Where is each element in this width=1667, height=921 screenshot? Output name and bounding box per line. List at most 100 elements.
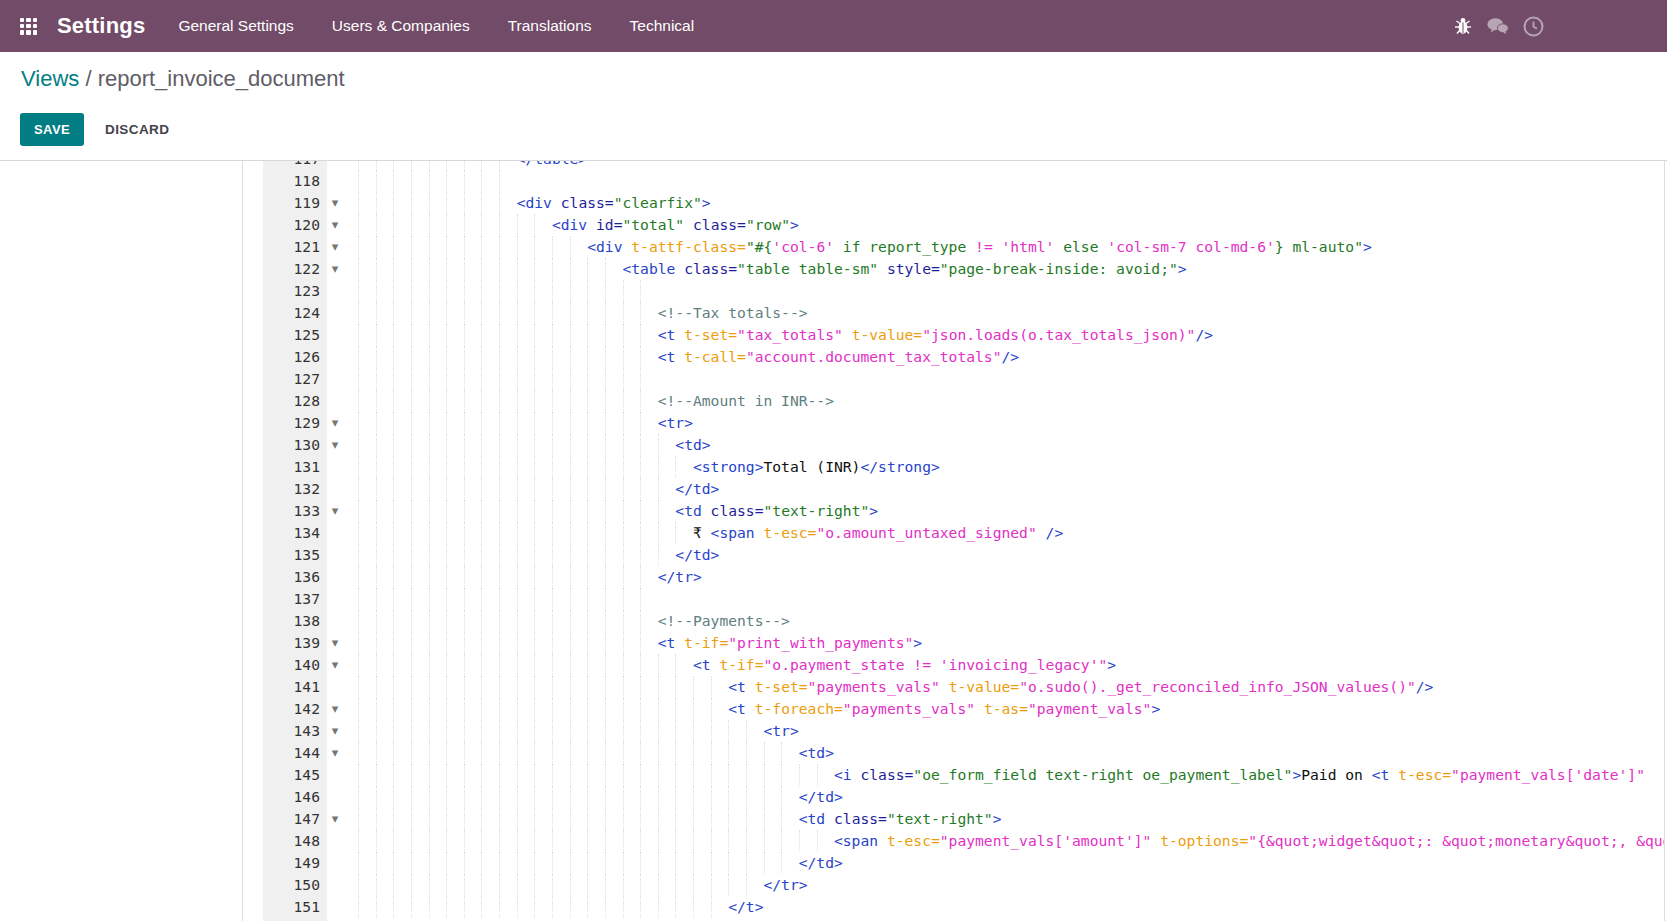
code-line-text: <div id="total" class="row"> — [358, 214, 799, 236]
apps-grid-dot — [26, 24, 30, 28]
code-line-text: <!--Payments--> — [358, 610, 790, 632]
code-line-text: <tr> — [358, 720, 799, 742]
fold-toggle-icon[interactable]: ▾ — [327, 742, 343, 763]
fold-toggle-icon[interactable]: ▾ — [327, 192, 343, 213]
code-line[interactable]: 132 </td> — [0, 478, 1664, 500]
code-line[interactable]: 128 <!--Amount in INR--> — [0, 390, 1664, 412]
code-line-text: <table class="table table-sm" style="pag… — [358, 258, 1187, 280]
app-title[interactable]: Settings — [57, 13, 145, 39]
code-line-text: <t t-if="print_with_payments"> — [358, 632, 922, 654]
code-line[interactable]: 140 ▾ <t t-if="o.payment_state != 'invoic… — [0, 654, 1664, 676]
line-number: 129 — [263, 412, 320, 434]
code-line[interactable]: 131 <strong>Total (INR)</strong> — [0, 456, 1664, 478]
apps-grid-dot — [20, 24, 24, 28]
code-line[interactable]: 120▾ <div id="total" class="row"> — [0, 214, 1664, 236]
code-line[interactable]: 135 </td> — [0, 544, 1664, 566]
code-line[interactable]: 122▾ <table class="table table-sm" style… — [0, 258, 1664, 280]
activities-clock-icon[interactable] — [1522, 14, 1544, 38]
code-line[interactable]: 146 </td> — [0, 786, 1664, 808]
top-menu-item-technical[interactable]: Technical — [611, 0, 714, 52]
line-number: 125 — [263, 324, 320, 346]
code-line-text: <t t-call="account.document_tax_totals"/… — [358, 346, 1019, 368]
code-editor[interactable]: 117 </table>118 119▾ <div class="clearfi… — [0, 160, 1664, 918]
code-line[interactable]: 129 ▾ <tr> — [0, 412, 1664, 434]
code-line-text: <t t-foreach="payments_vals" t-as="payme… — [358, 698, 1160, 720]
code-line[interactable]: 151 </t> — [0, 896, 1664, 918]
fold-toggle-icon[interactable]: ▾ — [327, 214, 343, 235]
code-line[interactable]: 118 — [0, 170, 1664, 192]
top-menu: General SettingsUsers & CompaniesTransla… — [159, 0, 713, 52]
messages-icon[interactable] — [1487, 14, 1509, 38]
debug-bug-icon[interactable] — [1452, 14, 1474, 38]
breadcrumb: Views / report_invoice_document — [21, 66, 345, 92]
line-number: 126 — [263, 346, 320, 368]
apps-grid-dot — [20, 30, 24, 34]
code-line[interactable]: 133▾ <td class="text-right"> — [0, 500, 1664, 522]
code-line[interactable]: 127 — [0, 368, 1664, 390]
code-line-text — [358, 170, 517, 192]
fold-toggle-icon[interactable]: ▾ — [327, 720, 343, 741]
fold-toggle-icon[interactable]: ▾ — [327, 808, 343, 829]
code-line-text: <strong>Total (INR)</strong> — [358, 456, 940, 478]
line-number: 144 — [263, 742, 320, 764]
code-line[interactable]: 117 </table> — [0, 160, 1664, 170]
code-line-text: </td> — [358, 852, 843, 874]
code-line-text: </tr> — [358, 566, 702, 588]
save-button[interactable]: SAVE — [20, 113, 84, 146]
fold-toggle-icon[interactable]: ▾ — [327, 632, 343, 653]
line-number: 121 — [263, 236, 320, 258]
discard-button[interactable]: DISCARD — [92, 113, 182, 146]
line-number: 138 — [263, 610, 320, 632]
code-line[interactable]: 150 </tr> — [0, 874, 1664, 896]
fold-toggle-icon[interactable]: ▾ — [327, 500, 343, 521]
code-line[interactable]: 137 — [0, 588, 1664, 610]
code-line[interactable]: 123 — [0, 280, 1664, 302]
apps-grid-dot — [33, 30, 37, 34]
code-line[interactable]: 149 </td> — [0, 852, 1664, 874]
code-line[interactable]: 119▾ <div class="clearfix"> — [0, 192, 1664, 214]
breadcrumb-views-link[interactable]: Views — [21, 66, 79, 91]
fold-toggle-icon[interactable]: ▾ — [327, 258, 343, 279]
code-line-text: <tr> — [358, 412, 693, 434]
sheet-right-border — [1664, 161, 1665, 921]
code-line[interactable]: 143▾ <tr> — [0, 720, 1664, 742]
line-number: 140 — [263, 654, 320, 676]
line-number: 132 — [263, 478, 320, 500]
code-line[interactable]: 141 <t t-set="payments_vals" t-value="o.… — [0, 676, 1664, 698]
line-number: 123 — [263, 280, 320, 302]
fold-toggle-icon[interactable]: ▾ — [327, 434, 343, 455]
line-number: 128 — [263, 390, 320, 412]
apps-grid-icon[interactable] — [20, 18, 37, 35]
line-number: 147 — [263, 808, 320, 830]
code-line[interactable]: 136 </tr> — [0, 566, 1664, 588]
code-line-text: <t t-if="o.payment_state != 'invoicing_l… — [358, 654, 1116, 676]
fold-toggle-icon[interactable]: ▾ — [327, 698, 343, 719]
code-line[interactable]: 124 <!--Tax totals--> — [0, 302, 1664, 324]
code-line[interactable]: 139▾ <t t-if="print_with_payments"> — [0, 632, 1664, 654]
apps-grid-dot — [26, 18, 30, 22]
code-line[interactable]: 144▾ <td> — [0, 742, 1664, 764]
fold-toggle-icon[interactable]: ▾ — [327, 412, 343, 433]
code-line-text: <td class="text-right"> — [358, 808, 1002, 830]
top-menu-item-translations[interactable]: Translations — [489, 0, 611, 52]
code-line[interactable]: 134 ₹ <span t-esc="o.amount_untaxed_sign… — [0, 522, 1664, 544]
code-line[interactable]: 142▾ <t t-foreach="payments_vals" t-as="… — [0, 698, 1664, 720]
code-line[interactable]: 121▾ <div t-attf-class="#{'col-6' if rep… — [0, 236, 1664, 258]
code-line-text: </tr> — [358, 874, 808, 896]
code-line[interactable]: 130▾ <td> — [0, 434, 1664, 456]
line-number: 133 — [263, 500, 320, 522]
fold-toggle-icon[interactable]: ▾ — [327, 236, 343, 257]
line-number: 117 — [263, 160, 320, 170]
code-line-text: <!--Amount in INR--> — [358, 390, 834, 412]
code-line[interactable]: 138 <!--Payments--> — [0, 610, 1664, 632]
code-line[interactable]: 145 <i class="oe_form_field text-right o… — [0, 764, 1664, 786]
code-line[interactable]: 126 <t t-call="account.document_tax_tota… — [0, 346, 1664, 368]
code-line[interactable]: 148 <span t-esc="payment_vals['amount']"… — [0, 830, 1664, 852]
code-line-text: <span t-esc="payment_vals['amount']" t-o… — [358, 830, 1664, 852]
top-menu-item-users-companies[interactable]: Users & Companies — [313, 0, 489, 52]
fold-toggle-icon[interactable]: ▾ — [327, 654, 343, 675]
top-menu-item-general-settings[interactable]: General Settings — [159, 0, 312, 52]
code-line[interactable]: 147 ▾ <td class="text-right"> — [0, 808, 1664, 830]
code-line[interactable]: 125 <t t-set="tax_totals" t-value="json.… — [0, 324, 1664, 346]
code-line-text — [358, 588, 658, 610]
